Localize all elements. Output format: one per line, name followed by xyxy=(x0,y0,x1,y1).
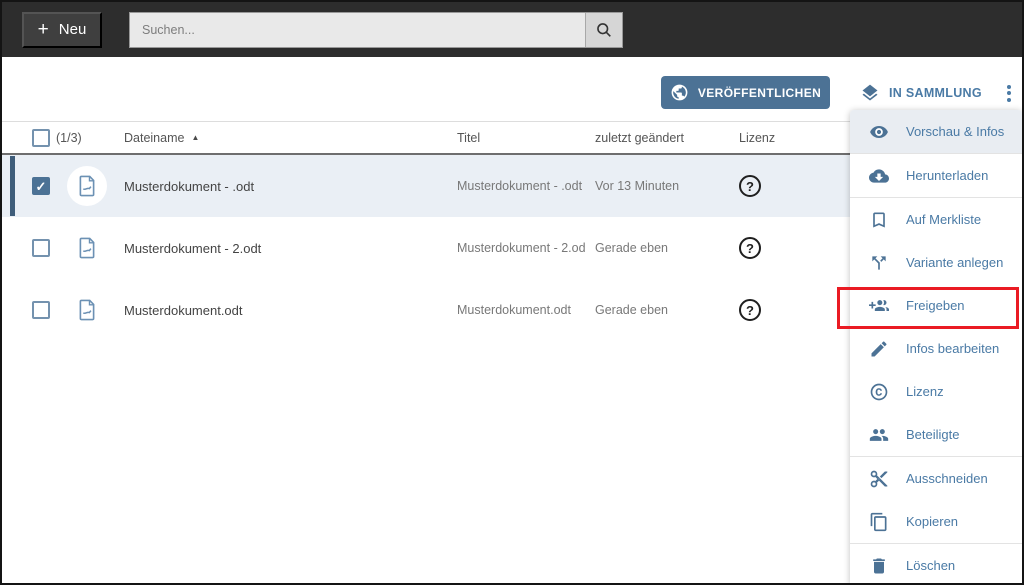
row-checkbox[interactable] xyxy=(32,177,50,195)
file-name: Musterdokument - .odt xyxy=(124,179,457,194)
row-checkbox[interactable] xyxy=(32,301,50,319)
file-modified: Vor 13 Minuten xyxy=(595,179,729,193)
copy-icon xyxy=(869,512,889,532)
search-button[interactable] xyxy=(585,13,622,47)
menu-item-label: Kopieren xyxy=(906,514,958,529)
column-header-lizenz[interactable]: Lizenz xyxy=(729,131,826,145)
menu-item-infos-bearbeiten[interactable]: Infos bearbeiten xyxy=(850,327,1022,370)
file-title: Musterdokument - .odt xyxy=(457,179,595,193)
menu-item-loeschen[interactable]: Löschen xyxy=(850,544,1022,585)
menu-item-ausschneiden[interactable]: Ausschneiden xyxy=(850,457,1022,500)
column-header-titel[interactable]: Titel xyxy=(457,131,595,145)
cloud-download-icon xyxy=(869,166,889,186)
search-input[interactable] xyxy=(130,13,585,47)
menu-item-lizenz[interactable]: Lizenz xyxy=(850,370,1022,413)
menu-item-label: Herunterladen xyxy=(906,168,988,183)
globe-icon xyxy=(670,83,689,102)
menu-item-label: Beteiligte xyxy=(906,427,959,442)
row-checkbox[interactable] xyxy=(32,239,50,257)
topbar: + Neu xyxy=(2,2,1022,57)
menu-item-kopieren[interactable]: Kopieren xyxy=(850,500,1022,543)
selection-count: (1/3) xyxy=(50,131,124,145)
options-dropdown-menu: Vorschau & Infos Herunterladen Auf Merkl… xyxy=(850,110,1022,585)
column-header-dateiname[interactable]: Dateiname ▲ xyxy=(124,131,457,145)
menu-item-beteiligte[interactable]: Beteiligte xyxy=(850,413,1022,456)
menu-item-label: Vorschau & Infos xyxy=(906,124,1004,139)
column-header-zuletzt-geaendert[interactable]: zuletzt geändert xyxy=(595,131,729,145)
app-window: + Neu VERÖFFENTLICHEN IN SAMMLUNG xyxy=(0,0,1024,585)
add-to-collection-button[interactable]: IN SAMMLUNG xyxy=(854,81,988,105)
document-icon xyxy=(67,228,107,268)
bookmark-icon xyxy=(869,210,889,230)
file-title: Musterdokument.odt xyxy=(457,303,595,317)
menu-item-freigeben[interactable]: Freigeben xyxy=(850,284,1022,327)
layers-icon xyxy=(860,83,880,103)
file-modified: Gerade eben xyxy=(595,241,729,255)
license-unknown-icon[interactable]: ? xyxy=(739,237,761,259)
menu-item-label: Löschen xyxy=(906,558,955,573)
fork-icon xyxy=(869,253,889,273)
file-modified: Gerade eben xyxy=(595,303,729,317)
trash-icon xyxy=(869,556,889,576)
eye-icon xyxy=(869,122,889,142)
select-all-checkbox[interactable] xyxy=(32,129,50,147)
plus-icon: + xyxy=(38,20,49,39)
new-button[interactable]: + Neu xyxy=(22,12,102,48)
search-icon xyxy=(595,21,613,39)
more-options-kebab-icon[interactable] xyxy=(1002,80,1016,106)
document-icon xyxy=(67,290,107,330)
sort-ascending-icon: ▲ xyxy=(191,133,199,142)
new-button-label: Neu xyxy=(59,21,87,38)
menu-item-vorschau-infos[interactable]: Vorschau & Infos xyxy=(850,110,1022,153)
pencil-icon xyxy=(869,339,889,359)
collection-button-label: IN SAMMLUNG xyxy=(889,86,982,100)
menu-item-label: Infos bearbeiten xyxy=(906,341,999,356)
file-name: Musterdokument.odt xyxy=(124,303,457,318)
license-unknown-icon[interactable]: ? xyxy=(739,299,761,321)
menu-item-auf-merkliste[interactable]: Auf Merkliste xyxy=(850,198,1022,241)
menu-item-label: Ausschneiden xyxy=(906,471,988,486)
scissors-icon xyxy=(869,469,889,489)
menu-item-herunterladen[interactable]: Herunterladen xyxy=(850,154,1022,197)
document-icon xyxy=(67,166,107,206)
search-box xyxy=(129,12,623,48)
person-add-icon xyxy=(869,296,889,316)
menu-item-label: Auf Merkliste xyxy=(906,212,981,227)
file-title: Musterdokument - 2.od xyxy=(457,241,595,255)
menu-item-label: Lizenz xyxy=(906,384,944,399)
menu-item-variante-anlegen[interactable]: Variante anlegen xyxy=(850,241,1022,284)
menu-item-label: Freigeben xyxy=(906,298,965,313)
publish-button[interactable]: VERÖFFENTLICHEN xyxy=(661,76,830,109)
publish-button-label: VERÖFFENTLICHEN xyxy=(698,86,821,100)
people-icon xyxy=(869,425,889,445)
copyright-icon xyxy=(869,382,889,402)
menu-item-label: Variante anlegen xyxy=(906,255,1003,270)
file-name: Musterdokument - 2.odt xyxy=(124,241,457,256)
selected-row-accent-bar xyxy=(10,156,15,216)
license-unknown-icon[interactable]: ? xyxy=(739,175,761,197)
